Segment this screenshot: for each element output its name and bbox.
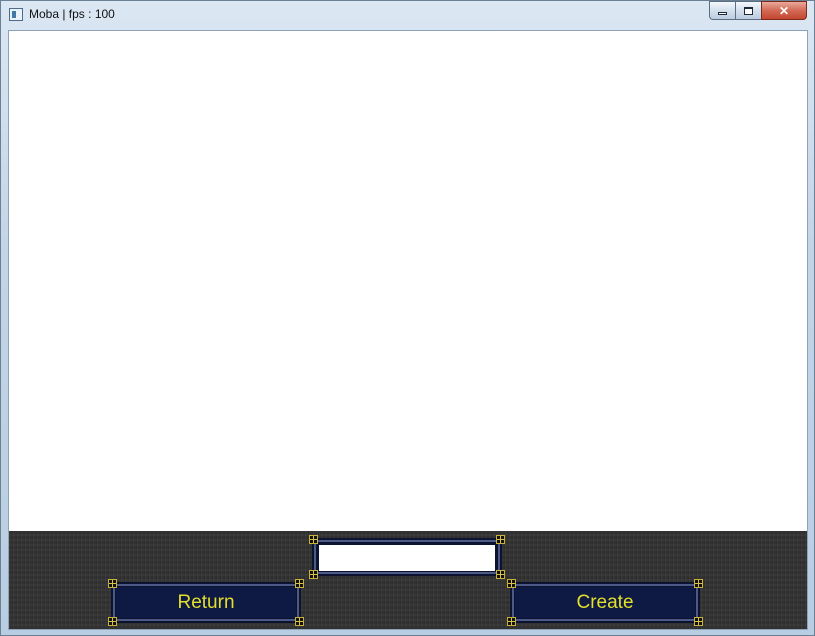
name-input-frame (309, 535, 505, 579)
frame-corner-icon (496, 570, 505, 579)
maximize-icon (744, 6, 753, 15)
window-title: Moba | fps : 100 (29, 7, 115, 21)
app-window: Moba | fps : 100 ✕ Return Create (0, 0, 815, 636)
game-viewport: Return Create (8, 30, 808, 630)
return-button-label: Return (177, 591, 235, 613)
maximize-button[interactable] (735, 1, 761, 20)
name-input[interactable] (319, 545, 495, 571)
app-icon[interactable] (9, 8, 23, 21)
frame-corner-icon (295, 579, 304, 588)
minimize-button[interactable] (709, 1, 735, 20)
return-button[interactable]: Return (108, 579, 304, 626)
frame-corner-icon (496, 535, 505, 544)
scene-area (9, 31, 807, 531)
caption-buttons: ✕ (709, 1, 807, 20)
frame-corner-icon (309, 535, 318, 544)
create-button[interactable]: Create (507, 579, 703, 626)
close-icon: ✕ (778, 3, 790, 18)
frame-corner-icon (108, 617, 117, 626)
close-button[interactable]: ✕ (761, 1, 807, 20)
frame-corner-icon (108, 579, 117, 588)
frame-corner-icon (309, 570, 318, 579)
title-bar[interactable]: Moba | fps : 100 ✕ (1, 1, 814, 29)
minimize-icon (718, 12, 727, 15)
frame-corner-icon (507, 617, 516, 626)
create-button-label: Create (576, 591, 634, 613)
frame-corner-icon (295, 617, 304, 626)
frame-corner-icon (507, 579, 516, 588)
frame-corner-icon (694, 617, 703, 626)
frame-corner-icon (694, 579, 703, 588)
